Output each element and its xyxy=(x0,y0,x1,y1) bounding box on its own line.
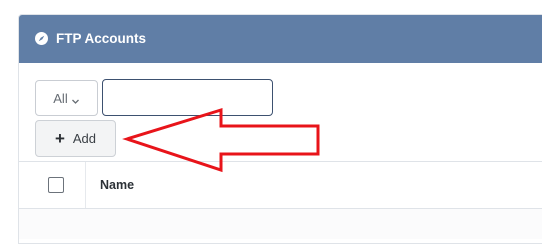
column-divider xyxy=(85,162,86,208)
table-row[interactable] xyxy=(19,209,542,239)
filter-dropdown[interactable]: All xyxy=(35,80,98,116)
chevron-down-icon xyxy=(71,94,80,104)
table-header-row xyxy=(19,162,542,208)
panel-header: FTP Accounts xyxy=(19,15,542,63)
select-all-checkbox[interactable] xyxy=(48,177,64,193)
plus-icon: + xyxy=(54,129,65,148)
panel-title: FTP Accounts xyxy=(56,31,147,46)
filter-value: All xyxy=(53,90,68,106)
add-button-label: Add xyxy=(72,131,97,146)
column-header-name[interactable]: Name xyxy=(100,178,134,192)
compass-icon xyxy=(35,32,48,45)
ftp-accounts-panel: FTP Accounts All + Add Name xyxy=(18,14,542,244)
search-input[interactable] xyxy=(102,79,273,116)
add-button[interactable]: + Add xyxy=(35,120,116,157)
